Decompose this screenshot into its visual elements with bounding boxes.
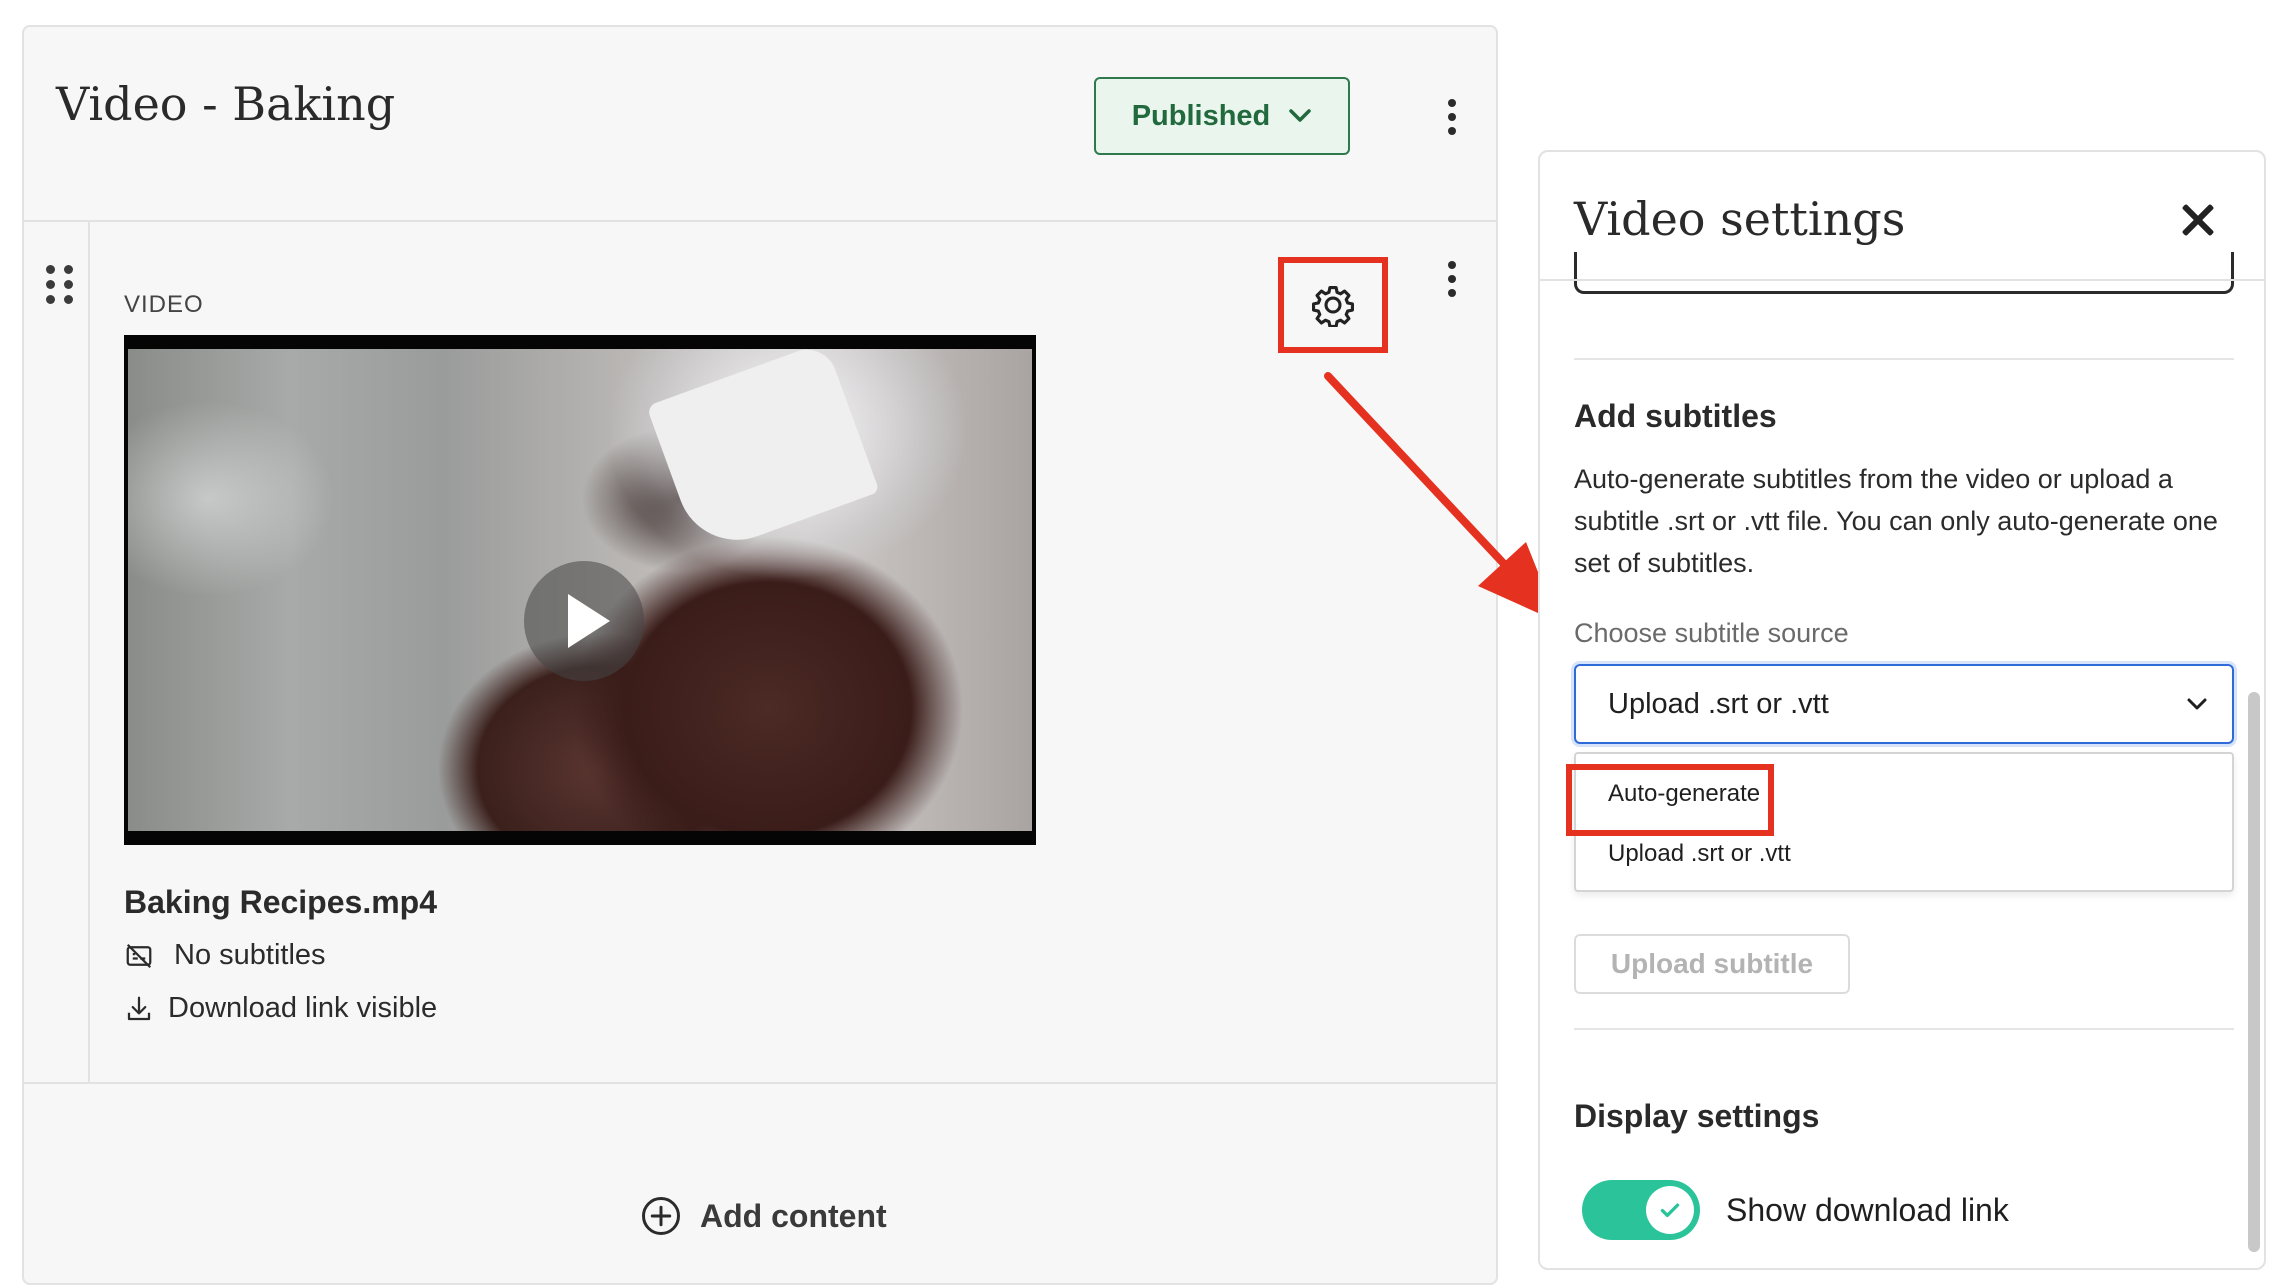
content-editor-card: Video - Baking Published VIDEO Baking Re…: [22, 25, 1498, 1285]
subtitles-status-text: No subtitles: [174, 939, 326, 971]
show-download-toggle[interactable]: [1582, 1180, 1700, 1240]
previous-field-edge: [1574, 252, 2234, 294]
panel-title: Video settings: [1574, 192, 1906, 246]
upload-subtitle-button[interactable]: Upload subtitle: [1574, 934, 1850, 994]
status-dropdown-button[interactable]: Published: [1094, 77, 1350, 155]
subtitle-source-label: Choose subtitle source: [1574, 618, 1849, 648]
add-subtitles-description: Auto-generate subtitles from the video o…: [1574, 464, 2218, 578]
chevron-down-icon: [1289, 109, 1312, 122]
no-subtitles-icon: [126, 943, 152, 968]
block-divider: [24, 1082, 1496, 1084]
block-more-options-icon[interactable]: [1442, 261, 1462, 297]
block-type-label: VIDEO: [124, 291, 204, 318]
option-upload-srt-vtt[interactable]: Upload .srt or .vtt: [1608, 840, 1791, 868]
thumbnail-detail: [646, 341, 880, 557]
download-status: Download link visible: [124, 992, 437, 1025]
section-divider: [1574, 1028, 2234, 1030]
download-icon: [127, 996, 151, 1020]
drag-handle-icon[interactable]: [46, 265, 74, 304]
add-content-label: Add content: [700, 1197, 887, 1234]
panel-header-divider: [1540, 279, 2264, 281]
video-file-name: Baking Recipes.mp4: [124, 884, 437, 920]
highlight-box: [1566, 764, 1774, 836]
page-more-options-icon[interactable]: [1442, 99, 1462, 135]
page-title: Video - Baking: [56, 77, 396, 131]
plus-circle-icon: [642, 1197, 680, 1235]
video-settings-button[interactable]: [1278, 257, 1388, 353]
show-download-label: Show download link: [1726, 1192, 2009, 1228]
add-content-button[interactable]: Add content: [640, 1195, 887, 1237]
chevron-down-icon: [2187, 698, 2207, 710]
download-status-text: Download link visible: [168, 992, 438, 1024]
video-player[interactable]: [124, 335, 1036, 845]
toggle-knob: [1646, 1186, 1694, 1234]
close-icon[interactable]: [2176, 198, 2220, 242]
subtitle-source-select[interactable]: Upload .srt or .vtt: [1574, 664, 2234, 744]
video-settings-panel: Video settings Add subtitles Auto-genera…: [1538, 150, 2266, 1270]
play-icon[interactable]: [524, 561, 644, 681]
status-label: Published: [1131, 99, 1271, 132]
add-subtitles-heading: Add subtitles: [1574, 398, 1777, 434]
section-divider: [1574, 358, 2234, 360]
gear-icon: [1312, 286, 1354, 327]
block-handle-column: [24, 222, 90, 1082]
check-icon: [1660, 1203, 1680, 1218]
subtitles-status: No subtitles: [124, 939, 326, 972]
panel-scrollbar[interactable]: [2248, 692, 2260, 1252]
display-settings-heading: Display settings: [1574, 1098, 1820, 1134]
header-divider: [24, 220, 1496, 222]
subtitle-source-value: Upload .srt or .vtt: [1608, 687, 1829, 720]
